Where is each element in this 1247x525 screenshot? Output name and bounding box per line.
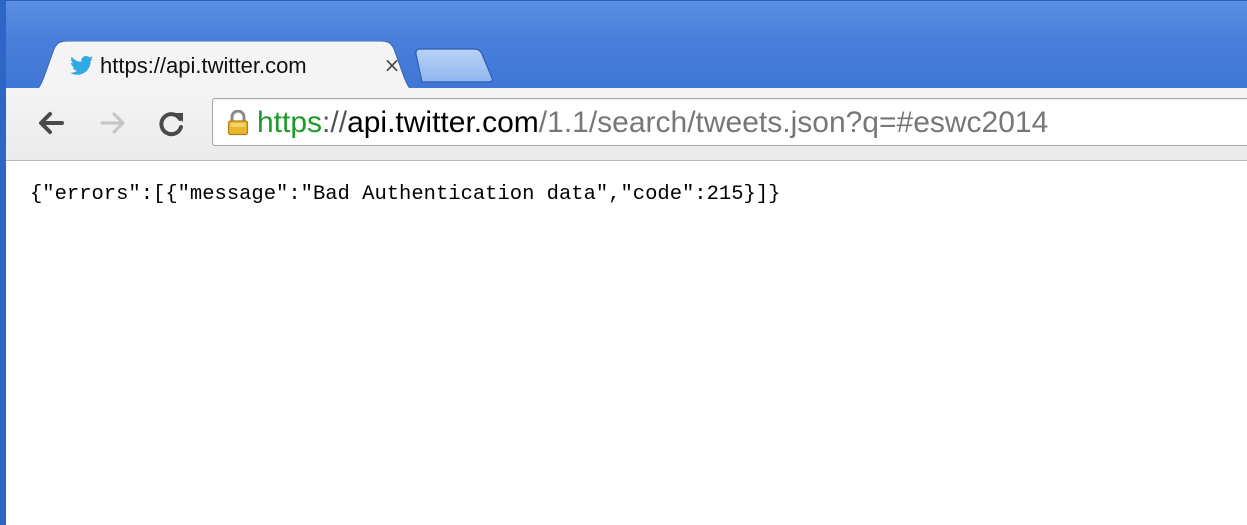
url-text[interactable]: https://api.twitter.com/1.1/search/tweet… xyxy=(257,105,1048,141)
twitter-bird-shape xyxy=(70,56,93,75)
new-tab-icon xyxy=(415,48,493,83)
toolbar: https://api.twitter.com/1.1/search/tweet… xyxy=(6,88,1247,161)
tab-close-icon[interactable]: × xyxy=(380,53,404,77)
reload-icon[interactable] xyxy=(154,106,188,140)
title-bar: https://api.twitter.com × xyxy=(6,1,1247,93)
tab-active[interactable]: https://api.twitter.com × xyxy=(24,41,424,93)
url-separator: :// xyxy=(322,106,348,139)
lock-icon xyxy=(227,109,249,136)
url-scheme: https xyxy=(257,106,323,139)
tab-title: https://api.twitter.com xyxy=(100,53,307,78)
browser-window: https://api.twitter.com × https://api.tw… xyxy=(0,0,1247,525)
url-path: /1.1/search/tweets.json?q=#eswc2014 xyxy=(538,106,1049,139)
back-arrow-icon[interactable] xyxy=(34,106,68,140)
json-response-text: {"errors":[{"message":"Bad Authenticatio… xyxy=(30,183,781,206)
address-bar[interactable]: https://api.twitter.com/1.1/search/tweet… xyxy=(212,98,1247,146)
page-content: {"errors":[{"message":"Bad Authenticatio… xyxy=(6,161,1247,525)
url-host: api.twitter.com xyxy=(347,106,539,139)
twitter-bird-icon xyxy=(70,55,94,77)
forward-arrow-icon[interactable] xyxy=(96,106,130,140)
new-tab-button[interactable] xyxy=(414,48,494,84)
